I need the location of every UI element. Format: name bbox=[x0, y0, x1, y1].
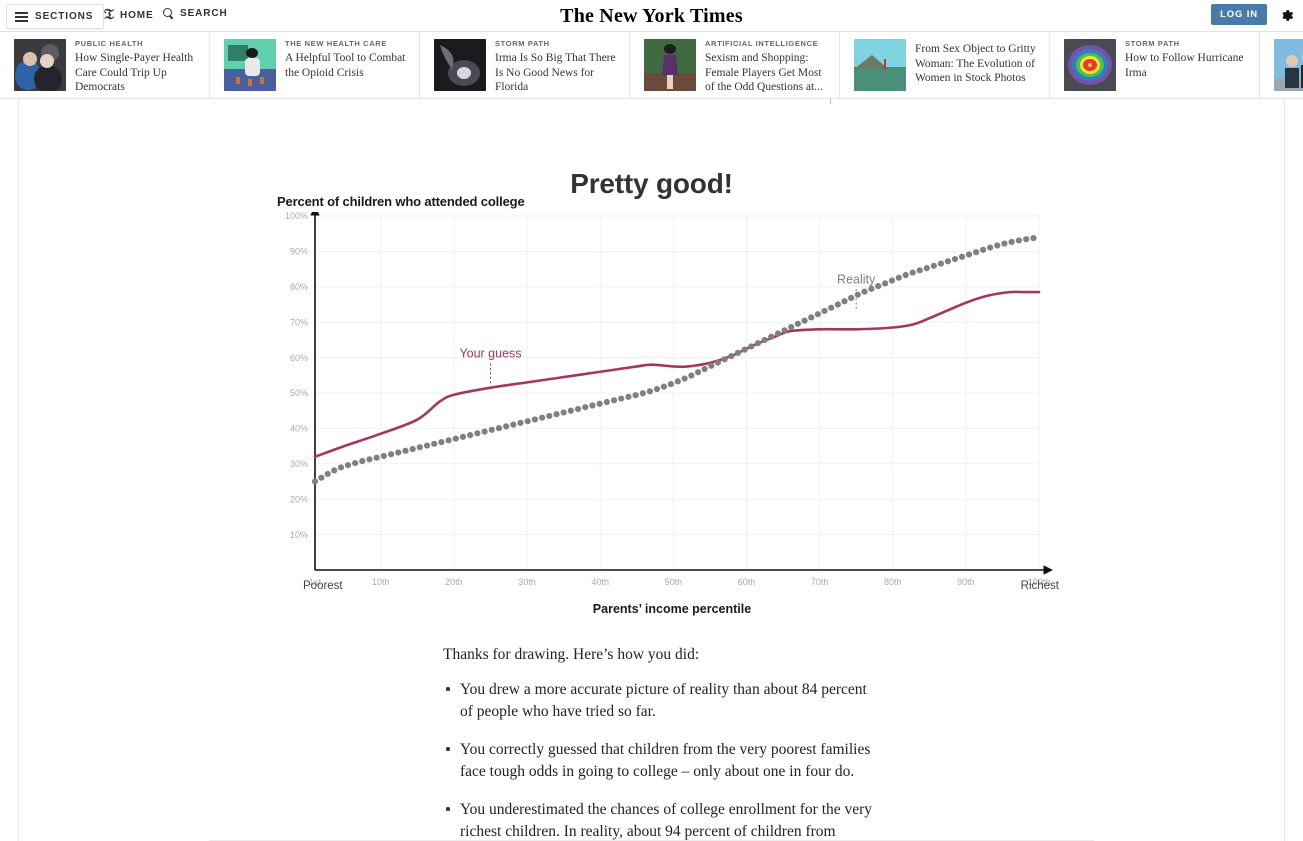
svg-text:60%: 60% bbox=[290, 353, 308, 363]
article-headline: How Single-Payer Health Care Could Trip … bbox=[75, 52, 194, 94]
svg-text:90%: 90% bbox=[290, 247, 308, 257]
article-headline: From Sex Object to Gritty Woman: The Evo… bbox=[915, 43, 1036, 85]
home-label: HOME bbox=[119, 10, 154, 21]
hamburger-icon bbox=[15, 10, 28, 24]
interactive-content-panel: Pretty good! Percent of children who att… bbox=[18, 99, 1285, 841]
article-thumbnail bbox=[434, 39, 486, 91]
x-axis-title: Parents’ income percentile bbox=[592, 602, 752, 616]
top-navigation-bar: SECTIONS 𝔗 HOME SEARCH The New York Time… bbox=[0, 0, 1303, 32]
search-button[interactable]: SEARCH bbox=[163, 8, 228, 19]
results-prose: Thanks for drawing. Here’s how you did: … bbox=[443, 644, 875, 841]
login-button[interactable]: LOG IN bbox=[1211, 4, 1267, 25]
svg-text:40th: 40th bbox=[591, 577, 609, 587]
gear-icon[interactable] bbox=[1278, 7, 1295, 24]
trending-articles-ribbon: PUBLIC HEALTH How Single-Payer Health Ca… bbox=[0, 32, 1303, 99]
article-card[interactable]: THE NEW HEALTH CARE A Helpful Tool to Co… bbox=[210, 32, 420, 98]
article-card[interactable]: From Sex Object to Gritty Woman: The Evo… bbox=[840, 32, 1050, 98]
search-label: SEARCH bbox=[180, 8, 228, 19]
article-headline: A Helpful Tool to Combat the Opioid Cris… bbox=[285, 52, 406, 79]
svg-text:90th: 90th bbox=[957, 577, 975, 587]
svg-text:Your guess: Your guess bbox=[459, 347, 521, 361]
article-headline: Irma Is So Big That There Is No Good New… bbox=[495, 52, 616, 94]
svg-text:50%: 50% bbox=[290, 388, 308, 398]
svg-text:70%: 70% bbox=[290, 317, 308, 327]
article-card[interactable]: PUBL Drea Repl Bipa bbox=[1260, 32, 1303, 98]
svg-text:20th: 20th bbox=[445, 577, 463, 587]
article-kicker: STORM PATH bbox=[1125, 39, 1180, 48]
article-card[interactable]: STORM PATH How to Follow Hurricane Irma bbox=[1050, 32, 1260, 98]
home-button[interactable]: 𝔗 HOME bbox=[104, 8, 154, 23]
svg-text:70th: 70th bbox=[811, 577, 829, 587]
x-axis-end-label-richest: Richest bbox=[1020, 580, 1059, 592]
article-card[interactable]: STORM PATH Irma Is So Big That There Is … bbox=[420, 32, 630, 98]
search-icon bbox=[163, 8, 174, 19]
article-thumbnail bbox=[644, 39, 696, 91]
results-lede: Thanks for drawing. Here’s how you did: bbox=[443, 646, 700, 663]
svg-text:80%: 80% bbox=[290, 282, 308, 292]
article-thumbnail bbox=[224, 39, 276, 91]
list-item: You correctly guessed that children from… bbox=[443, 739, 875, 783]
chart-plot-area: 10%20%30%40%50%60%70%80%90%100%1st 10th 20… bbox=[285, 212, 1053, 587]
svg-text:10th: 10th bbox=[372, 577, 390, 587]
list-item: You drew a more accurate picture of real… bbox=[443, 679, 875, 723]
x-axis-end-label-poorest: Poorest bbox=[303, 580, 343, 592]
svg-text:40%: 40% bbox=[290, 424, 308, 434]
article-kicker: PUBLIC HEALTH bbox=[75, 39, 144, 48]
article-thumbnail bbox=[14, 39, 66, 91]
nyt-t-logo-icon: 𝔗 bbox=[104, 7, 114, 23]
article-headline: How to Follow Hurricane Irma bbox=[1125, 52, 1244, 79]
article-kicker: ARTIFICIAL INTELLIGENCE bbox=[705, 39, 819, 48]
sections-button[interactable]: SECTIONS bbox=[6, 4, 105, 29]
panel-top-marker bbox=[830, 99, 831, 104]
article-thumbnail bbox=[1274, 39, 1303, 91]
chart-title: Percent of children who attended college bbox=[277, 194, 525, 209]
svg-text:50th: 50th bbox=[665, 577, 683, 587]
svg-text:80th: 80th bbox=[884, 577, 902, 587]
article-kicker: THE NEW HEALTH CARE bbox=[285, 39, 387, 48]
article-card[interactable]: ARTIFICIAL INTELLIGENCE Sexism and Shopp… bbox=[630, 32, 840, 98]
sections-label: SECTIONS bbox=[35, 11, 94, 22]
svg-text:20%: 20% bbox=[290, 494, 308, 504]
results-bullet-list: You drew a more accurate picture of real… bbox=[443, 679, 875, 841]
svg-text:10%: 10% bbox=[290, 530, 308, 540]
article-kicker: STORM PATH bbox=[495, 39, 550, 48]
svg-text:Reality: Reality bbox=[837, 272, 876, 286]
svg-text:60th: 60th bbox=[738, 577, 756, 587]
article-headline: Sexism and Shopping: Female Players Get … bbox=[705, 52, 823, 94]
svg-text:30th: 30th bbox=[518, 577, 536, 587]
svg-text:30%: 30% bbox=[290, 459, 308, 469]
svg-text:100%: 100% bbox=[285, 212, 308, 221]
article-card[interactable]: PUBLIC HEALTH How Single-Payer Health Ca… bbox=[0, 32, 210, 98]
article-thumbnail bbox=[1064, 39, 1116, 91]
list-item: You underestimated the chances of colleg… bbox=[443, 799, 875, 841]
article-thumbnail bbox=[854, 39, 906, 91]
